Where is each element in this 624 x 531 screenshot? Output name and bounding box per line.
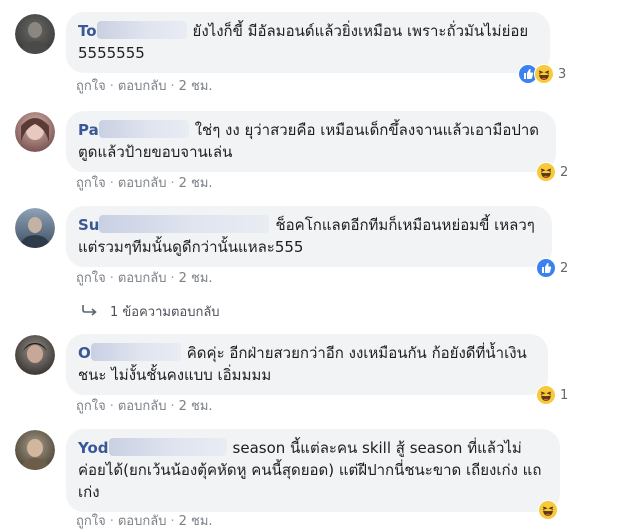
haha-icon (536, 162, 556, 182)
avatar[interactable] (15, 430, 55, 470)
like-button[interactable]: ถูกใจ (76, 399, 106, 414)
reaction-summary[interactable]: 2 (536, 162, 568, 182)
comment-bubble: O คิดคุ่ะ อีกฝ่ายสวยกว่าอีก งงเหมือนกัน ก… (66, 334, 548, 395)
reaction-count: 2 (560, 164, 569, 180)
reply-arrow-icon (82, 304, 98, 320)
redacted-name (90, 343, 181, 361)
reaction-count: 3 (558, 66, 567, 82)
comment-bubble: Su ช็อคโกแลตอีกทีมก็เหมือนหย่อมขี้ เหลวๆแ… (66, 206, 552, 267)
reaction-summary[interactable]: 3 (518, 64, 566, 84)
like-button[interactable]: ถูกใจ (76, 79, 106, 94)
comment-author[interactable]: O (78, 344, 91, 362)
timestamp[interactable]: 2 ชม. (179, 176, 213, 191)
reply-button[interactable]: ตอบกลับ (118, 514, 167, 529)
avatar[interactable] (15, 112, 55, 152)
redacted-name (99, 215, 270, 233)
comment-author[interactable]: To (78, 22, 97, 40)
like-icon (536, 258, 556, 278)
timestamp[interactable]: 2 ชม. (179, 271, 213, 286)
reply-button[interactable]: ตอบกลับ (118, 399, 167, 414)
timestamp[interactable]: 2 ชม. (179, 514, 213, 529)
reaction-count: 1 (560, 387, 569, 403)
comment-actions: ถูกใจ · ตอบกลับ · 2 ชม. (76, 176, 213, 191)
comment-bubble: To ยังไงก็ขี้ มีอัลมอนด์แล้วยิ่งเหมือน เพ… (66, 12, 550, 73)
reaction-summary[interactable]: 1 (536, 385, 568, 405)
comment-actions: ถูกใจ · ตอบกลับ · 2 ชม. (76, 399, 213, 414)
like-button[interactable]: ถูกใจ (76, 514, 106, 529)
reply-button[interactable]: ตอบกลับ (118, 271, 167, 286)
comment-author[interactable]: Su (78, 216, 99, 234)
haha-icon (534, 64, 554, 84)
comment-actions: ถูกใจ · ตอบกลับ · 2 ชม. (76, 271, 213, 286)
like-button[interactable]: ถูกใจ (76, 271, 106, 286)
redacted-name (98, 120, 189, 138)
redacted-name (96, 21, 187, 39)
like-button[interactable]: ถูกใจ (76, 176, 106, 191)
view-replies-link[interactable]: 1 ข้อความตอบกลับ (82, 301, 220, 322)
comment-bubble: Yod season นี้แต่ละคน skill สู้ season ที… (66, 429, 560, 512)
haha-icon (536, 385, 556, 405)
avatar[interactable] (15, 208, 55, 248)
reply-count-label: 1 ข้อความตอบกลับ (110, 305, 220, 320)
haha-icon (538, 500, 558, 520)
comment-author[interactable]: Pa (78, 121, 99, 139)
comment-bubble: Pa ใช่ๆ งง ยุว่าสวยคือ เหมือนเด็กขึ้ลงจาน… (66, 111, 556, 172)
avatar[interactable] (15, 14, 55, 54)
comment-author[interactable]: Yod (78, 439, 109, 457)
timestamp[interactable]: 2 ชม. (179, 399, 213, 414)
timestamp[interactable]: 2 ชม. (179, 79, 213, 94)
redacted-name (108, 438, 227, 456)
avatar[interactable] (15, 335, 55, 375)
reaction-count: 2 (560, 260, 569, 276)
comment-actions: ถูกใจ · ตอบกลับ · 2 ชม. (76, 514, 213, 529)
reaction-summary[interactable] (538, 500, 562, 520)
reply-button[interactable]: ตอบกลับ (118, 79, 167, 94)
reaction-summary[interactable]: 2 (536, 258, 568, 278)
reply-button[interactable]: ตอบกลับ (118, 176, 167, 191)
comment-actions: ถูกใจ · ตอบกลับ · 2 ชม. (76, 79, 213, 94)
